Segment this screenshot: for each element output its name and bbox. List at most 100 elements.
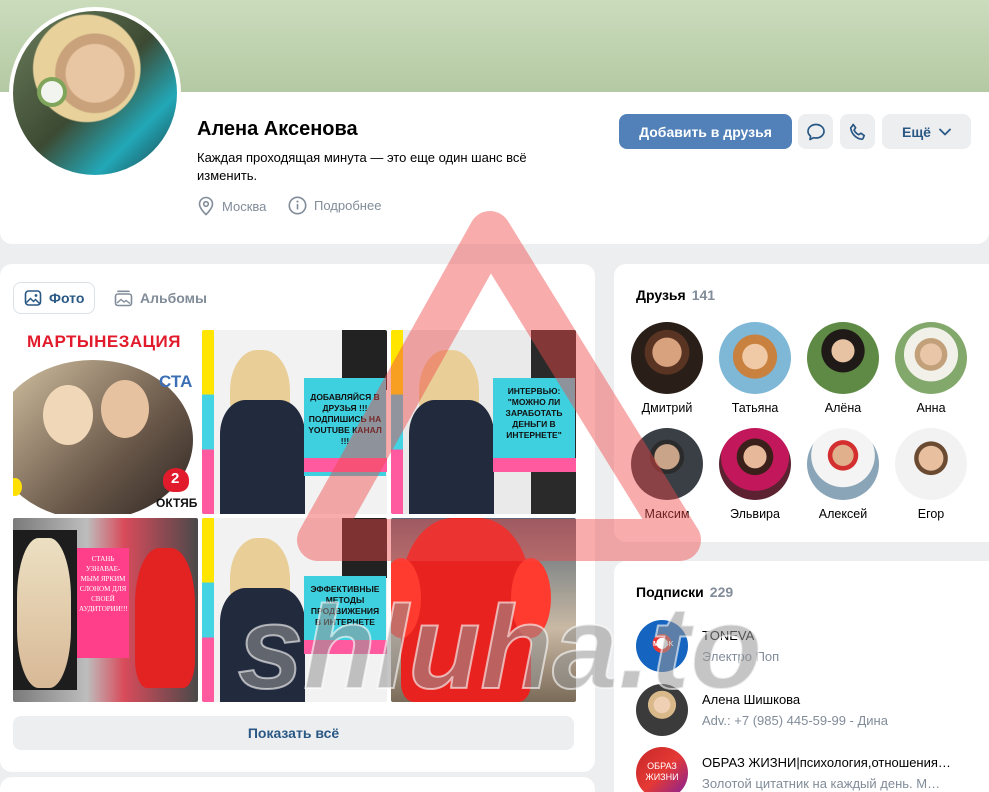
friend-avatar — [719, 428, 791, 500]
red-elephant — [135, 548, 195, 688]
friend-avatar — [807, 428, 879, 500]
friend-avatar — [631, 322, 703, 394]
subscription-avatar — [636, 684, 688, 736]
photo-dress — [220, 588, 305, 702]
profile-name: Алена Аксенова — [197, 118, 358, 140]
subscription-avatar: MASK — [636, 620, 688, 672]
phone-icon — [849, 123, 865, 140]
dark-block — [342, 518, 387, 578]
photo-caption: СТАНЬ УЗНАВАЕ- МЫМ ЯРКИМ СЛОНОМ ДЛЯ СВОЕ… — [79, 555, 128, 613]
photo-dress — [409, 400, 494, 514]
call-button[interactable] — [840, 114, 875, 149]
profile-location[interactable]: Москва — [197, 196, 266, 216]
photo-item[interactable]: ИНТЕРВЬЮ: "МОЖНО ЛИ ЗАРАБОТАТЬ ДЕНЬГИ В … — [391, 330, 576, 514]
pink-bar — [304, 458, 387, 472]
add-friend-button[interactable]: Добавить в друзья — [619, 114, 792, 149]
friend-item[interactable]: Алёна — [803, 322, 883, 415]
subscription-name: Алена Шишкова — [702, 692, 801, 707]
subscription-description: Золотой цитатник на каждый день. М… — [702, 776, 941, 791]
photo-caption: МАРТЫНЕЗАЦИЯ — [27, 332, 181, 351]
subscriptions-header[interactable]: Подписки 229 — [636, 584, 733, 600]
friend-name: Татьяна — [731, 401, 779, 415]
location-label: Москва — [222, 198, 267, 214]
next-block — [0, 777, 595, 792]
friend-item[interactable]: Алексей — [803, 428, 883, 521]
subscriptions-title: Подписки — [636, 584, 704, 600]
photos-block: Фото Альбомы МАРТЫНЕЗАЦИЯ СТА 2 ОКТЯБ ДО… — [0, 264, 595, 772]
message-icon — [806, 123, 825, 140]
image-icon — [24, 290, 42, 306]
photo-caption: ДОБАВЛЯЙСЯ В ДРУЗЬЯ !!! ПОДПИШИСЬ НА YOU… — [308, 392, 382, 446]
photo-item[interactable]: ЭФФЕКТИВНЫЕ МЕТОДЫ ПРОДВИЖЕНИЯ В ИНТЕРНЕ… — [202, 518, 387, 702]
profile-status: Каждая проходящая минута — это еще один … — [197, 150, 527, 183]
subscriptions-count: 229 — [709, 584, 734, 600]
photo-caption: ОКТЯБ — [156, 496, 198, 510]
friends-count: 141 — [691, 287, 716, 303]
subscription-avatar: ОБРАЗ ЖИЗНИ — [636, 747, 688, 792]
info-icon — [288, 196, 307, 215]
more-button[interactable]: Ещё — [882, 114, 971, 149]
profile-details-link[interactable]: Подробнее — [288, 196, 381, 215]
friend-avatar — [895, 428, 967, 500]
friend-avatar — [807, 322, 879, 394]
tab-albums[interactable]: Альбомы — [104, 282, 217, 314]
photo-item[interactable]: ДОБАВЛЯЙСЯ В ДРУЗЬЯ !!! ПОДПИШИСЬ НА YOU… — [202, 330, 387, 514]
tab-photos-label: Фото — [49, 290, 85, 306]
photo-item[interactable]: МАРТЫНЕЗАЦИЯ СТА 2 ОКТЯБ — [13, 330, 198, 514]
subscription-name: ОБРАЗ ЖИЗНИ|психология,отношения… — [702, 755, 951, 770]
subscription-avatar-text: ОБРАЗ ЖИЗНИ — [645, 761, 679, 782]
photo-face — [101, 380, 149, 438]
pink-bar — [304, 640, 387, 654]
friend-name: Алёна — [824, 401, 862, 415]
photo-face — [17, 538, 71, 688]
subscription-description: Электро Поп — [702, 649, 780, 664]
friend-avatar — [895, 322, 967, 394]
color-stripe — [391, 330, 403, 514]
subscription-item[interactable]: ОБРАЗ ЖИЗНИ ОБРАЗ ЖИЗНИ|психология,отнош… — [636, 747, 976, 792]
pink-bar — [493, 458, 576, 472]
rose-decoration — [41, 81, 63, 103]
chevron-down-icon — [939, 128, 951, 135]
subscription-avatar-text: MASK — [653, 641, 674, 648]
photo-item[interactable] — [391, 518, 576, 702]
subscription-item[interactable]: Алена Шишкова Adv.: +7 (985) 445-59-99 -… — [636, 684, 976, 736]
message-button[interactable] — [798, 114, 833, 149]
friend-item[interactable]: Максим — [627, 428, 707, 521]
friend-name: Егор — [917, 507, 945, 521]
friend-name: Максим — [644, 507, 690, 521]
subscriptions-block: Подписки 229 MASK TONEVA Электро Поп Ален… — [614, 561, 989, 792]
friend-item[interactable]: Анна — [891, 322, 971, 415]
color-stripe — [202, 518, 214, 702]
friend-item[interactable]: Дмитрий — [627, 322, 707, 415]
friend-item[interactable]: Егор — [891, 428, 971, 521]
friend-item[interactable]: Татьяна — [715, 322, 795, 415]
photo-dress — [220, 400, 305, 514]
friends-header[interactable]: Друзья 141 — [636, 287, 715, 303]
subscription-name: TONEVA — [702, 628, 755, 643]
friends-title: Друзья — [636, 287, 686, 303]
location-pin-icon — [198, 196, 214, 216]
friend-name: Дмитрий — [641, 401, 693, 415]
subscription-item[interactable]: MASK TONEVA Электро Поп — [636, 620, 976, 672]
photo-caption: СТА — [159, 372, 193, 391]
friend-avatar — [719, 322, 791, 394]
photo-caption: ИНТЕРВЬЮ: "МОЖНО ЛИ ЗАРАБОТАТЬ ДЕНЬГИ В … — [505, 386, 563, 440]
photo-caption: ЭФФЕКТИВНЫЕ МЕТОДЫ ПРОДВИЖЕНИЯ В ИНТЕРНЕ… — [310, 584, 380, 627]
details-label: Подробнее — [314, 198, 382, 213]
friend-item[interactable]: Эльвира — [715, 428, 795, 521]
tab-photos[interactable]: Фото — [13, 282, 96, 314]
profile-avatar[interactable] — [9, 7, 181, 179]
friend-avatar — [631, 428, 703, 500]
show-all-photos-button[interactable]: Показать всё — [13, 716, 574, 750]
more-label: Ещё — [902, 123, 931, 140]
subscription-description: Adv.: +7 (985) 445-59-99 - Дина — [702, 713, 888, 728]
photo-caption: 2 — [171, 470, 180, 487]
color-stripe — [202, 330, 214, 514]
albums-icon — [114, 290, 133, 307]
photo-grid: МАРТЫНЕЗАЦИЯ СТА 2 ОКТЯБ ДОБАВЛЯЙСЯ В ДР… — [13, 330, 576, 702]
tab-albums-label: Альбомы — [140, 290, 207, 306]
elephant-ear — [511, 558, 551, 638]
photo-item[interactable]: СТАНЬ УЗНАВАЕ- МЫМ ЯРКИМ СЛОНОМ ДЛЯ СВОЕ… — [13, 518, 198, 702]
friend-name: Алексей — [818, 507, 868, 521]
friend-name: Анна — [916, 401, 946, 415]
